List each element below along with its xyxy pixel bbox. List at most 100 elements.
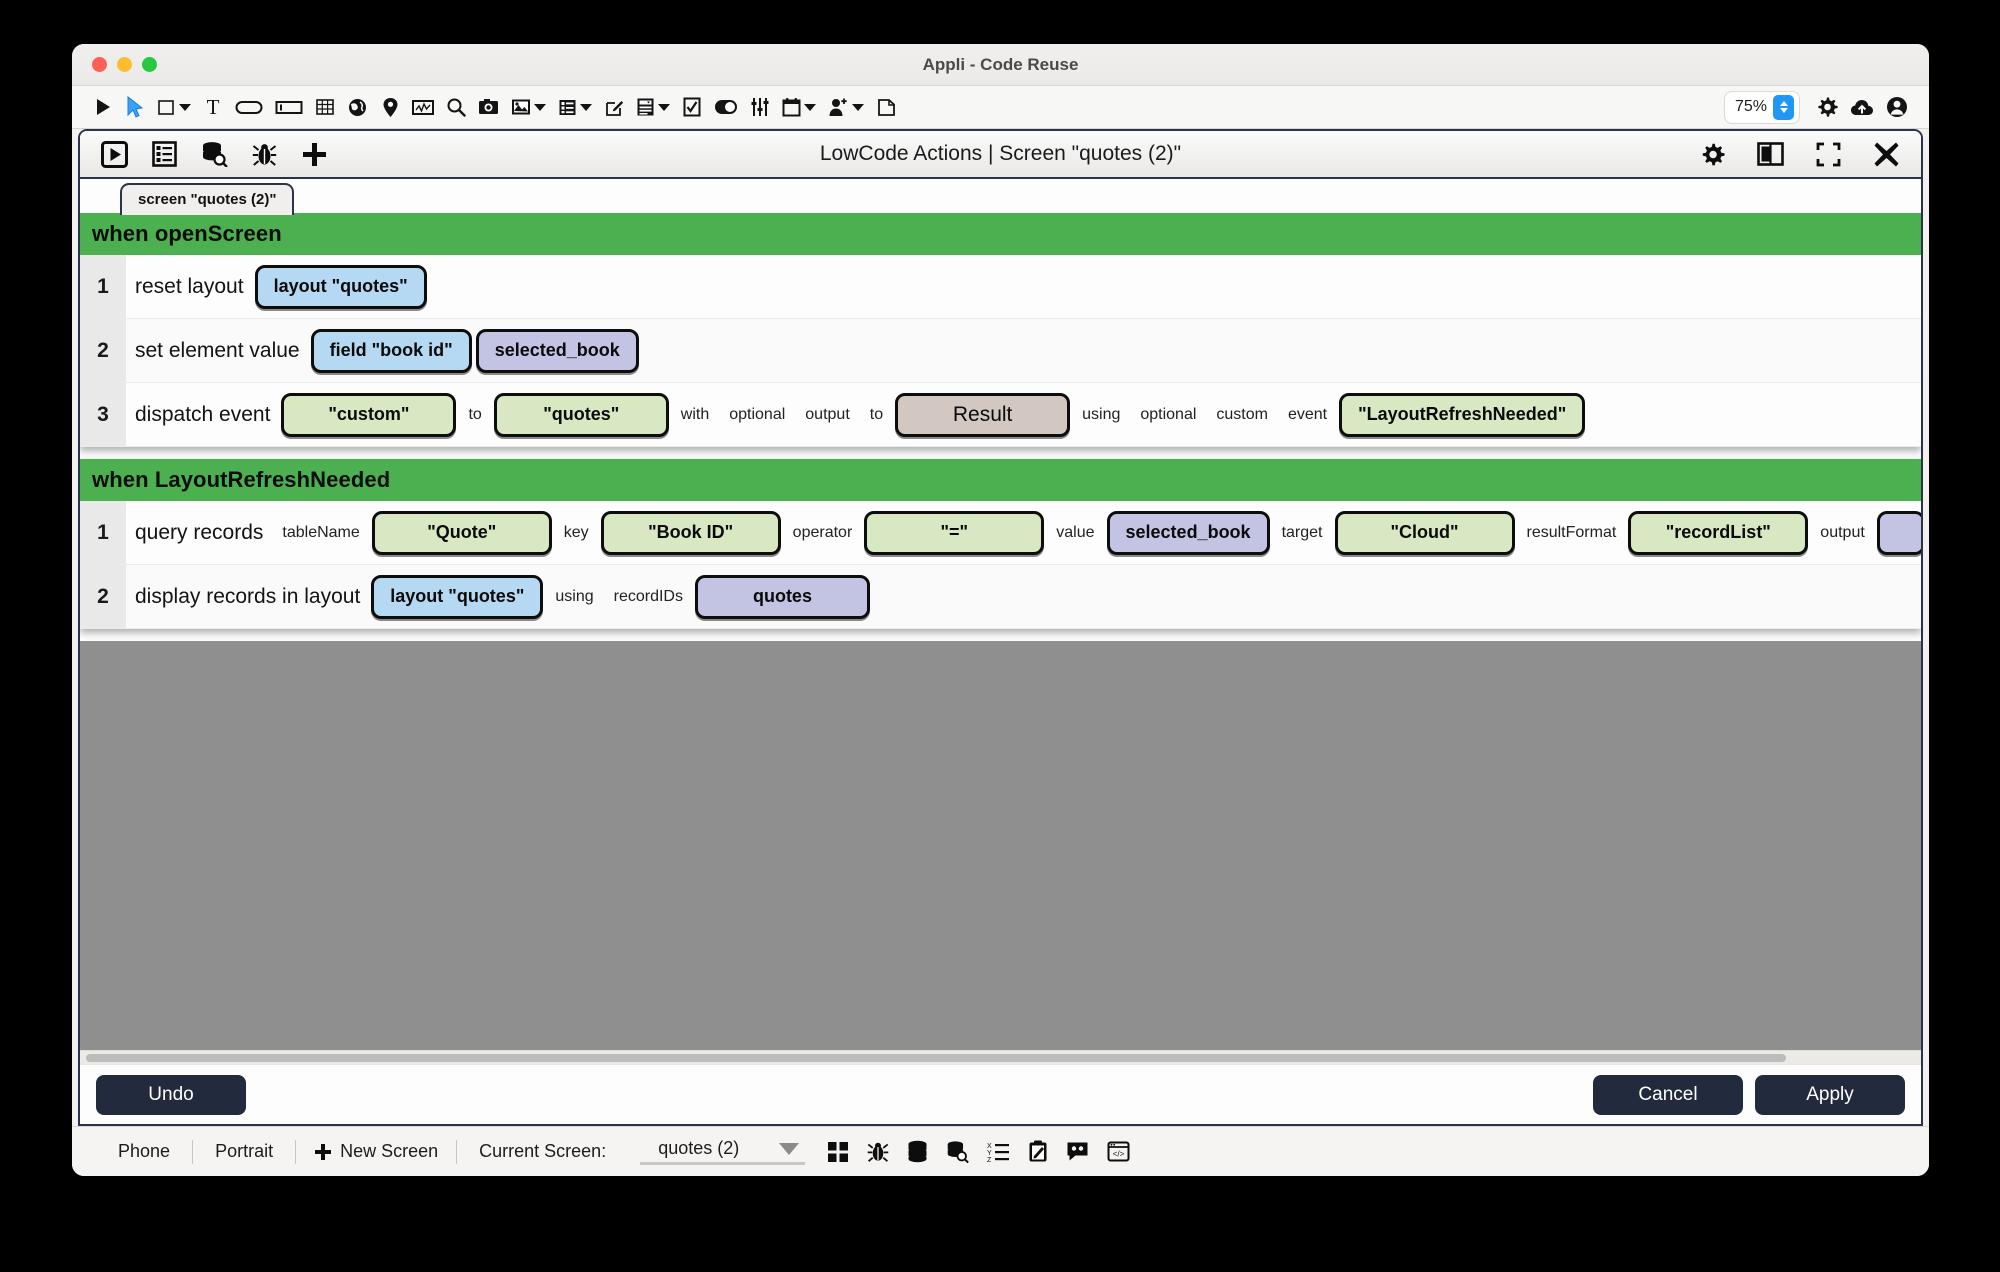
chevron-down-icon[interactable]: [804, 103, 816, 111]
statement-row[interactable]: 2 display records in layout layout "quotes…: [80, 565, 1921, 629]
cancel-button[interactable]: Cancel: [1593, 1074, 1743, 1115]
zoom-control[interactable]: 75%: [1724, 91, 1799, 123]
statement-row[interactable]: 3 dispatch event "custom" to "quotes" with opt…: [80, 383, 1921, 447]
orientation-label[interactable]: Portrait: [193, 1141, 295, 1162]
parameter-chip[interactable]: Result: [895, 392, 1071, 437]
parameter-chip[interactable]: field "book id": [310, 328, 472, 373]
svg-text:T: T: [207, 96, 220, 118]
add-user-icon[interactable]: [823, 90, 869, 124]
zoom-value: 75%: [1734, 98, 1767, 115]
checkbox-icon[interactable]: [677, 90, 707, 124]
statement-verb: query records: [135, 520, 264, 544]
clipboard-edit-icon[interactable]: [1028, 1140, 1048, 1163]
database-icon[interactable]: [907, 1140, 928, 1163]
chevron-down-icon[interactable]: [779, 1142, 800, 1155]
globe-icon[interactable]: [342, 90, 373, 124]
chevron-down-icon[interactable]: [179, 103, 191, 111]
cloud-upload-icon[interactable]: [1845, 90, 1879, 124]
parameter-chip[interactable]: "custom": [281, 392, 457, 437]
database-search-icon[interactable]: [946, 1140, 970, 1163]
rule-event-title[interactable]: when LayoutRefreshNeeded: [80, 459, 1921, 501]
svg-text:Y: Y: [987, 1150, 992, 1157]
parameter-chip[interactable]: selected_book: [475, 328, 639, 373]
parameter-label: output: [1820, 523, 1865, 541]
parameter-label: operator: [792, 523, 853, 541]
apply-button[interactable]: Apply: [1755, 1074, 1905, 1115]
new-screen-button[interactable]: New Screen: [296, 1141, 456, 1162]
add-icon[interactable]: [296, 137, 333, 171]
fullscreen-icon[interactable]: [1811, 137, 1846, 171]
toggle-icon[interactable]: [709, 90, 743, 124]
sliders-icon[interactable]: [745, 90, 775, 124]
parameter-chip[interactable]: layout "quotes": [254, 264, 427, 309]
search-icon[interactable]: [441, 90, 471, 124]
zoom-stepper[interactable]: [1773, 94, 1794, 120]
debug-icon[interactable]: [867, 1140, 889, 1163]
text-icon[interactable]: T: [198, 90, 228, 124]
gear-icon[interactable]: [1811, 90, 1843, 124]
calendar-icon[interactable]: [777, 90, 821, 124]
chevron-down-icon[interactable]: [1779, 108, 1788, 113]
rule-event-title[interactable]: when openScreen: [80, 213, 1921, 255]
parameter-chip[interactable]: quotes: [694, 574, 870, 619]
chevron-down-icon[interactable]: [534, 103, 546, 111]
gear-icon[interactable]: [1695, 137, 1730, 171]
image-icon[interactable]: [506, 90, 551, 124]
parameter-chip[interactable]: "Cloud": [1334, 510, 1515, 555]
list-icon[interactable]: [553, 90, 597, 124]
parameter-chip[interactable]: [1876, 510, 1921, 555]
parameter-chip[interactable]: "quotes": [493, 392, 669, 437]
form-icon[interactable]: [631, 90, 675, 124]
parameter-chip[interactable]: "recordList": [1628, 510, 1809, 555]
parameter-chip[interactable]: "=": [864, 510, 1045, 555]
play-icon[interactable]: [88, 90, 118, 124]
chart-icon[interactable]: [407, 90, 439, 124]
tab-screen-quotes[interactable]: screen "quotes (2)": [120, 183, 295, 215]
parameter-chip[interactable]: "Quote": [371, 510, 552, 555]
chevron-up-icon[interactable]: [1779, 101, 1788, 106]
parameter-chip[interactable]: "LayoutRefreshNeeded": [1339, 392, 1586, 437]
parameter-chip[interactable]: "Book ID": [600, 510, 781, 555]
parameter-label: to: [468, 405, 482, 423]
chevron-down-icon[interactable]: [852, 103, 864, 111]
map-pin-icon[interactable]: [375, 90, 405, 124]
pointer-icon[interactable]: [120, 90, 150, 124]
input-field-icon[interactable]: [270, 90, 308, 124]
minimize-window-button[interactable]: [117, 57, 132, 72]
current-screen-dropdown[interactable]: quotes (2): [640, 1138, 806, 1165]
account-icon[interactable]: [1881, 90, 1913, 124]
statement-row[interactable]: 1 query records tableName "Quote" key "Book I…: [80, 501, 1921, 565]
undo-button[interactable]: Undo: [96, 1074, 246, 1115]
camera-icon[interactable]: [473, 90, 504, 124]
horizontal-scrollbar[interactable]: [80, 1050, 1921, 1064]
maximize-window-button[interactable]: [142, 57, 157, 72]
grid-icon[interactable]: [827, 1141, 849, 1163]
edit-icon[interactable]: [599, 90, 629, 124]
scrollbar-thumb[interactable]: [86, 1054, 1786, 1062]
statement-row[interactable]: 1 reset layout layout "quotes": [80, 255, 1921, 319]
current-screen-label: Current Screen:: [479, 1141, 607, 1161]
debug-icon[interactable]: [247, 137, 282, 171]
run-icon[interactable]: [96, 137, 133, 171]
data-search-icon[interactable]: [196, 137, 233, 171]
statement-row[interactable]: 2 set element value field "book id" selecte…: [80, 319, 1921, 383]
list-view-icon[interactable]: [147, 137, 182, 171]
chat-icon[interactable]: [1066, 1141, 1089, 1162]
chevron-down-icon[interactable]: [580, 103, 592, 111]
sort-list-icon[interactable]: XYZ: [987, 1141, 1010, 1163]
chevron-down-icon[interactable]: [658, 103, 670, 111]
rule-stack: when openScreen 1 reset layout layout "quot…: [80, 213, 1921, 641]
close-window-button[interactable]: [92, 57, 107, 72]
rectangle-icon[interactable]: [152, 90, 196, 124]
parameter-chip[interactable]: selected_book: [1106, 510, 1270, 555]
table-icon[interactable]: [310, 90, 340, 124]
new-screen-label: New Screen: [340, 1141, 439, 1161]
split-view-icon[interactable]: [1752, 137, 1789, 171]
copy-icon[interactable]: [871, 90, 901, 124]
parameter-chip[interactable]: layout "quotes": [371, 574, 544, 619]
button-icon[interactable]: [230, 90, 268, 124]
parameter-label: value: [1056, 523, 1095, 541]
close-icon[interactable]: [1868, 137, 1905, 171]
device-type-label[interactable]: Phone: [96, 1141, 192, 1162]
code-preview-icon[interactable]: </>: [1107, 1141, 1130, 1162]
